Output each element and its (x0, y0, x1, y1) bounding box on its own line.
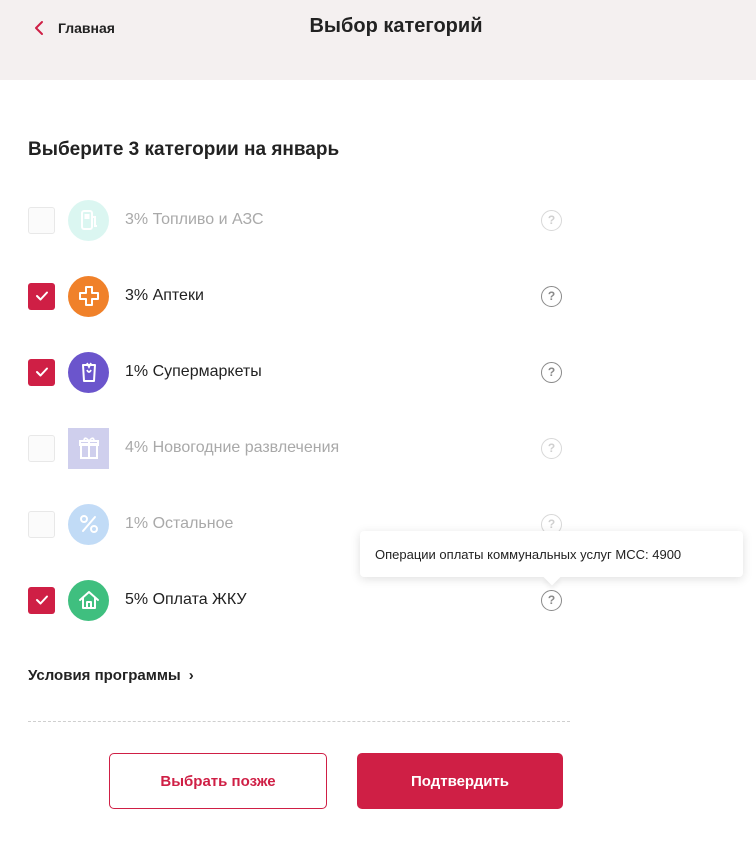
category-label: 4% Новогодние развлечения (125, 439, 340, 456)
fuel-pump-icon (68, 199, 109, 241)
percent-icon (68, 503, 109, 545)
help-icon[interactable]: ? (541, 437, 562, 459)
help-icon[interactable]: ? (541, 361, 562, 383)
shopping-bag-icon (68, 351, 109, 393)
page-title: Выбор категорий (309, 15, 483, 37)
category-label: 3% Топливо и АЗС (125, 211, 264, 228)
help-icon[interactable]: ? (541, 285, 562, 307)
checkmark-icon (35, 367, 48, 377)
category-row-pharmacy: 3% Аптеки ? (28, 274, 568, 318)
category-checkbox[interactable] (28, 586, 55, 614)
category-checkbox[interactable] (28, 282, 55, 310)
category-checkbox[interactable] (28, 510, 55, 538)
category-label: 5% Оплата ЖКУ (125, 591, 247, 608)
category-checkbox[interactable] (28, 358, 55, 386)
category-row-supermarkets: 1% Супермаркеты ? (28, 350, 568, 394)
terms-link[interactable]: Условия программы › (28, 667, 194, 684)
category-row-fuel: 3% Топливо и АЗС ? (28, 198, 568, 242)
house-icon (68, 579, 109, 621)
help-icon[interactable]: ? (541, 589, 562, 611)
category-checkbox[interactable] (28, 206, 55, 234)
section-title: Выберите 3 категории на январь (28, 139, 340, 160)
pharmacy-cross-icon (68, 275, 109, 317)
divider (28, 721, 570, 722)
checkmark-icon (35, 595, 48, 605)
help-tooltip: Операции оплаты коммунальных услуг MCC: … (360, 531, 743, 577)
choose-later-button[interactable]: Выбрать позже (109, 753, 327, 809)
confirm-button[interactable]: Подтвердить (357, 753, 563, 809)
category-row-utilities: 5% Оплата ЖКУ ? (28, 578, 568, 622)
checkmark-icon (35, 291, 48, 301)
category-label: 1% Супермаркеты (125, 363, 262, 380)
category-row-new-year: 4% Новогодние развлечения ? (28, 426, 568, 470)
help-icon[interactable]: ? (541, 209, 562, 231)
category-checkbox[interactable] (28, 434, 55, 462)
chevron-right-icon: › (188, 667, 194, 684)
terms-label: Условия программы (28, 667, 181, 684)
category-label: 1% Остальное (125, 515, 234, 532)
category-label: 3% Аптеки (125, 287, 204, 304)
header-bar: Главная Выбор категорий (0, 0, 756, 80)
gift-icon (68, 427, 109, 469)
tooltip-text: Операции оплаты коммунальных услуг MCC: … (375, 546, 682, 562)
